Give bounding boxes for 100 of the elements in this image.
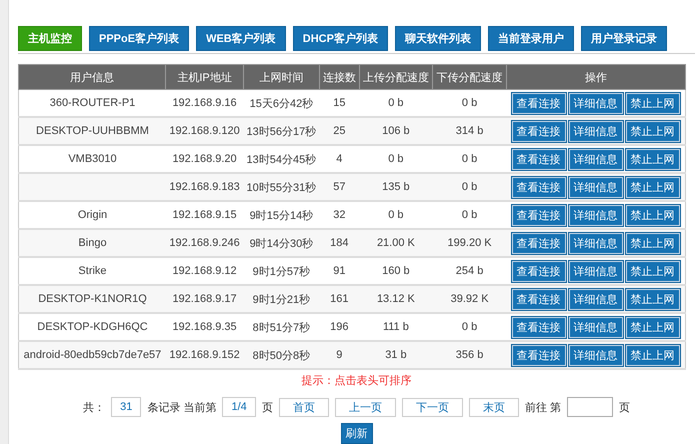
table-cell: 0 b <box>432 313 506 341</box>
table-cell: 0 b <box>432 145 506 173</box>
table-cell: 9时15分14秒 <box>243 201 320 229</box>
action-button[interactable]: 详细信息 <box>568 316 623 338</box>
action-button[interactable]: 详细信息 <box>568 120 623 142</box>
table-cell: 32 <box>320 201 360 229</box>
action-button[interactable]: 禁止上网 <box>626 260 680 282</box>
table-cell: 192.168.9.246 <box>166 229 244 257</box>
table-cell: Strike <box>18 257 166 285</box>
tab[interactable]: 聊天软件列表 <box>394 26 481 51</box>
column-header[interactable]: 用户信息 <box>18 64 166 90</box>
table-cell: 192.168.9.20 <box>166 145 244 173</box>
table-cell: 161 <box>320 285 360 313</box>
table-cell: Origin <box>18 201 166 229</box>
refresh-button[interactable]: 刷新 <box>340 423 372 444</box>
table-cell: 39.92 K <box>432 285 506 313</box>
table-cell: DESKTOP-UUHBBMM <box>18 117 166 145</box>
tab[interactable]: DHCP客户列表 <box>292 26 388 51</box>
action-button[interactable]: 禁止上网 <box>626 232 680 254</box>
action-button[interactable]: 详细信息 <box>568 176 623 198</box>
table-cell: 91 <box>320 257 360 285</box>
table-cell: VMB3010 <box>18 145 166 173</box>
goto-label: 前往 第 <box>524 400 561 414</box>
table-cell: 0 b <box>432 173 506 201</box>
table-cell: 15天6分42秒 <box>243 90 320 117</box>
action-button[interactable]: 查看连接 <box>512 148 566 170</box>
pager-button[interactable]: 首页 <box>278 398 329 416</box>
table-cell: 25 <box>320 117 360 145</box>
action-button[interactable]: 详细信息 <box>568 260 623 282</box>
tab[interactable]: 主机监控 <box>18 26 82 51</box>
table-cell: 13.12 K <box>359 285 433 313</box>
table-cell: 192.168.9.16 <box>166 90 244 117</box>
table-cell: 15 <box>320 90 360 117</box>
table-cell: 184 <box>320 229 360 257</box>
column-header[interactable]: 操作 <box>506 64 686 90</box>
action-button[interactable]: 禁止上网 <box>626 316 680 338</box>
table-cell: 254 b <box>432 257 506 285</box>
table-cell: 192.168.9.12 <box>166 257 244 285</box>
column-header[interactable]: 下传分配速度 <box>432 64 506 90</box>
tab[interactable]: 用户登录记录 <box>580 26 667 51</box>
table-cell: 196 <box>320 313 360 341</box>
action-button[interactable]: 禁止上网 <box>626 344 680 366</box>
pager-button[interactable]: 下一页 <box>402 398 463 416</box>
action-button[interactable]: 查看连接 <box>512 176 566 198</box>
pager-button[interactable]: 上一页 <box>334 398 396 416</box>
page-label: 页 <box>262 400 273 414</box>
action-button[interactable]: 禁止上网 <box>626 176 680 198</box>
table-cell: 10时55分31秒 <box>243 173 320 201</box>
table-cell: 13时54分45秒 <box>243 145 320 173</box>
table-cell: 9时1分21秒 <box>243 285 320 313</box>
table-cell: 0 b <box>359 145 433 173</box>
table-cell: 192.168.9.17 <box>166 285 244 313</box>
page-input[interactable] <box>566 397 613 417</box>
action-button[interactable]: 查看连接 <box>512 344 566 366</box>
page-indicator: 1/4 <box>222 397 256 417</box>
action-button[interactable]: 查看连接 <box>512 288 566 310</box>
records-label: 条记录 当前第 <box>147 400 216 414</box>
table-cell: 8时51分7秒 <box>243 313 320 341</box>
action-button[interactable]: 禁止上网 <box>626 288 680 310</box>
action-button[interactable]: 查看连接 <box>512 92 566 114</box>
column-header[interactable]: 上网时间 <box>243 64 320 90</box>
table-cell: 0 b <box>359 201 433 229</box>
column-header[interactable]: 连接数 <box>320 64 360 90</box>
action-button[interactable]: 详细信息 <box>568 288 623 310</box>
action-button[interactable]: 查看连接 <box>512 260 566 282</box>
column-header[interactable]: 上传分配速度 <box>359 64 433 90</box>
column-header[interactable]: 主机IP地址 <box>166 64 244 90</box>
pager-button[interactable]: 末页 <box>468 398 519 416</box>
action-button[interactable]: 查看连接 <box>512 120 566 142</box>
tab[interactable]: 当前登录用户 <box>488 26 574 51</box>
table-cell: 192.168.9.152 <box>166 341 244 369</box>
action-button[interactable]: 详细信息 <box>568 344 623 366</box>
tab[interactable]: PPPoE客户列表 <box>89 26 190 51</box>
action-button[interactable]: 禁止上网 <box>626 148 680 170</box>
table-cell: 135 b <box>359 173 433 201</box>
action-button[interactable]: 查看连接 <box>512 204 566 226</box>
action-button[interactable]: 查看连接 <box>512 316 566 338</box>
table-cell: 9时1分57秒 <box>243 257 320 285</box>
table-cell: 111 b <box>359 313 433 341</box>
action-button[interactable]: 详细信息 <box>568 232 623 254</box>
total-label: 共： <box>83 400 106 414</box>
action-button[interactable]: 详细信息 <box>568 92 623 114</box>
table-cell: 199.20 K <box>432 229 506 257</box>
table-cell: 192.168.9.183 <box>166 173 244 201</box>
table-cell: 360-ROUTER-P1 <box>18 90 166 117</box>
action-button[interactable]: 详细信息 <box>568 204 623 226</box>
action-button[interactable]: 禁止上网 <box>626 204 680 226</box>
tab[interactable]: WEB客户列表 <box>196 26 286 51</box>
table-cell: 192.168.9.15 <box>166 201 244 229</box>
table-cell: 356 b <box>432 341 506 369</box>
table-cell: 192.168.9.35 <box>166 313 244 341</box>
table-cell: android-80edb59cb7de7e57 <box>18 341 166 369</box>
table-cell: 160 b <box>359 257 433 285</box>
table-cell: 314 b <box>432 117 506 145</box>
action-button[interactable]: 禁止上网 <box>626 120 680 142</box>
table-cell: 9时14分30秒 <box>243 229 320 257</box>
action-button[interactable]: 详细信息 <box>568 148 623 170</box>
action-button[interactable]: 查看连接 <box>512 232 566 254</box>
table-cell: 8时50分8秒 <box>243 341 320 369</box>
action-button[interactable]: 禁止上网 <box>626 92 680 114</box>
